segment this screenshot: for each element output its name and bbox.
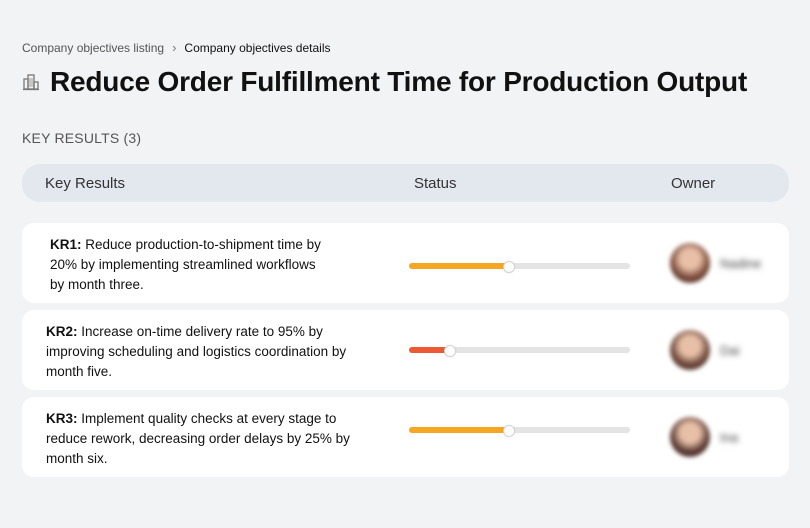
page-title: Reduce Order Fulfillment Time for Produc… [50, 66, 748, 97]
owner-name: Ina [720, 430, 739, 445]
key-result-description: Reduce production-to-shipment time by 20… [50, 237, 321, 292]
status-progress-bar [409, 345, 630, 357]
table-header: Key Results Status Owner [22, 164, 789, 202]
table-row[interactable]: KR3: Implement quality checks at every s… [22, 397, 789, 477]
breadcrumb: Company objectives listing › Company obj… [22, 40, 331, 55]
column-header-owner[interactable]: Owner [671, 175, 715, 192]
title-row: Reduce Order Fulfillment Time for Produc… [22, 66, 747, 98]
table-row[interactable]: KR2: Increase on-time delivery rate to 9… [22, 310, 789, 390]
key-results-count-label: KEY RESULTS (3) [22, 130, 142, 146]
progress-handle[interactable] [503, 261, 516, 273]
key-result-text: KR3: Implement quality checks at every s… [46, 409, 371, 469]
key-result-description: Implement quality checks at every stage … [46, 411, 350, 466]
key-result-id: KR1: [50, 237, 82, 252]
owner-name: Nadine [720, 256, 762, 271]
progress-handle[interactable] [443, 345, 456, 357]
key-result-text: KR1: Reduce production-to-shipment time … [50, 235, 330, 295]
column-header-status[interactable]: Status [414, 175, 457, 192]
status-progress-bar [409, 261, 630, 273]
breadcrumb-separator-icon: › [172, 40, 177, 55]
avatar[interactable] [670, 243, 710, 283]
progress-fill [409, 263, 509, 269]
key-result-id: KR3: [46, 411, 78, 426]
avatar[interactable] [670, 330, 710, 370]
status-progress-bar [409, 425, 630, 437]
table-row[interactable]: KR1: Reduce production-to-shipment time … [22, 223, 789, 303]
avatar[interactable] [670, 417, 710, 457]
key-result-text: KR2: Increase on-time delivery rate to 9… [46, 322, 371, 382]
key-result-description: Increase on-time delivery rate to 95% by… [46, 324, 347, 379]
owner-name: Dai [720, 343, 740, 358]
breadcrumb-current: Company objectives details [184, 40, 331, 55]
progress-handle[interactable] [503, 425, 516, 437]
key-result-id: KR2: [46, 324, 78, 339]
breadcrumb-link-listing[interactable]: Company objectives listing [22, 41, 164, 55]
progress-fill [409, 427, 509, 433]
progress-fill [409, 347, 449, 353]
building-icon [22, 73, 40, 91]
column-header-key-results[interactable]: Key Results [45, 175, 125, 192]
